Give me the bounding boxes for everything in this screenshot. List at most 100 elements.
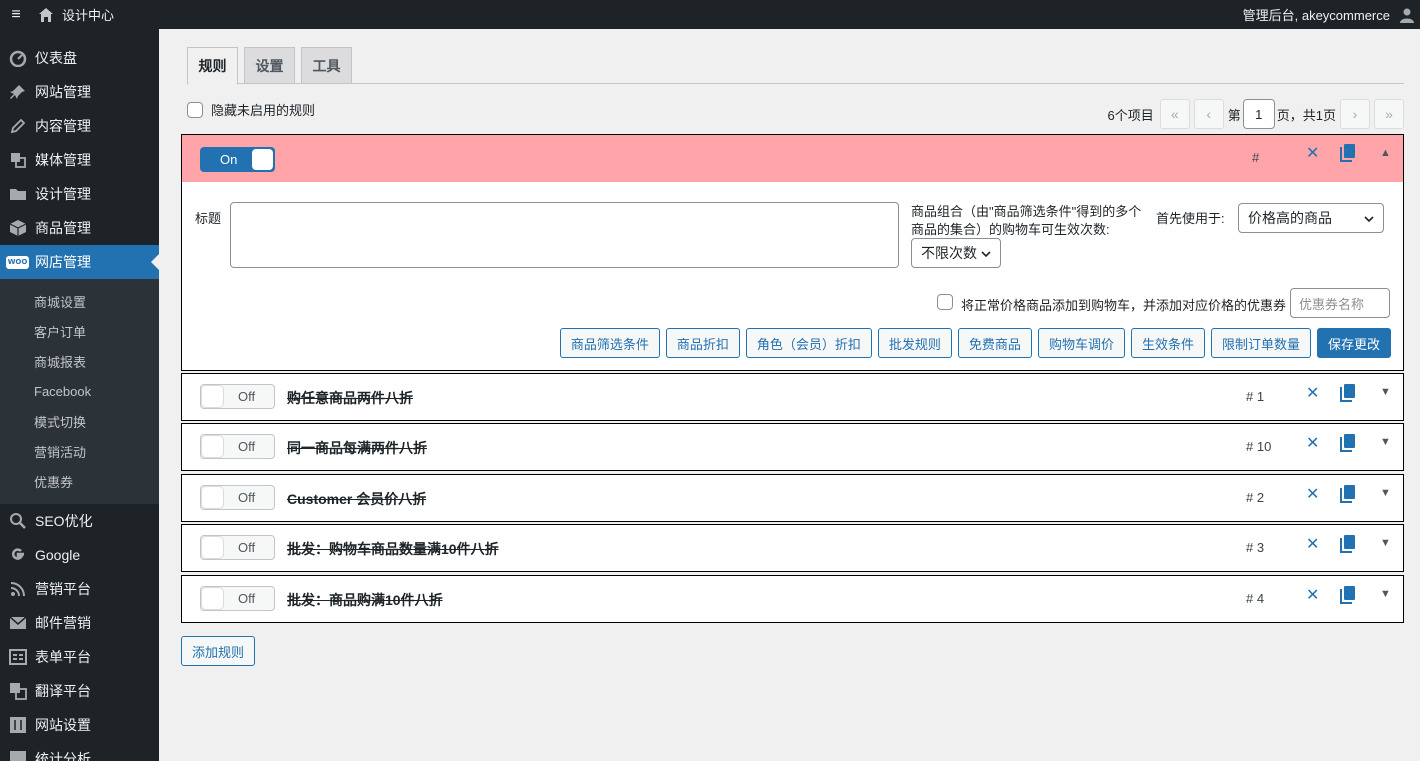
rule-toggle-off[interactable]: Off xyxy=(200,434,275,459)
home-icon[interactable] xyxy=(32,0,60,29)
product-filter-button[interactable]: 商品筛选条件 xyxy=(559,328,660,358)
priority-select[interactable]: 价格高的商品 xyxy=(1238,203,1384,233)
rule-title: 批发：购物车商品数量满10件八折 xyxy=(287,541,499,557)
submenu-reports[interactable]: 商城报表 xyxy=(0,346,159,376)
menu-site[interactable]: 网站管理 xyxy=(0,75,159,109)
next-page-button[interactable]: › xyxy=(1340,99,1370,129)
delete-rule-icon[interactable]: ✕ xyxy=(1306,143,1319,163)
last-page-button[interactable]: » xyxy=(1374,99,1404,129)
rule-row[interactable]: Off 批发：购物车商品数量满10件八折 # 3 ✕ ▼ xyxy=(181,524,1404,572)
rule-toggle-off[interactable]: Off xyxy=(200,586,275,611)
rule-row[interactable]: Off Customer 会员价八折 # 2 ✕ ▼ xyxy=(181,474,1404,522)
menu-toggle-icon[interactable]: ≡ xyxy=(0,0,32,29)
delete-rule-icon[interactable]: ✕ xyxy=(1306,484,1319,504)
main-content: 规则 设置 工具 隐藏未启用的规则 6个项目 « ‹ 第 1 页，共1页 › »… xyxy=(159,29,1420,761)
rule-toggle-off[interactable]: Off xyxy=(200,485,275,510)
menu-design[interactable]: 设计管理 xyxy=(0,177,159,211)
expand-arrow-icon[interactable]: ▼ xyxy=(1380,537,1391,549)
menu-translate[interactable]: 翻译平台 xyxy=(0,674,159,708)
user-avatar-icon[interactable] xyxy=(1396,0,1418,29)
first-page-button[interactable]: « xyxy=(1159,99,1190,129)
menu-products[interactable]: 商品管理 xyxy=(0,211,159,245)
copy-rule-icon[interactable] xyxy=(1340,485,1356,506)
copy-rule-icon[interactable] xyxy=(1340,144,1356,165)
rule-title: 购任意商品两件八折 xyxy=(287,390,413,406)
translate-icon xyxy=(0,682,35,700)
menu-dashboard[interactable]: 仪表盘 xyxy=(0,41,159,75)
google-icon xyxy=(0,546,35,564)
menu-content[interactable]: 内容管理 xyxy=(0,109,159,143)
rule-toggle-on[interactable]: On xyxy=(200,147,275,172)
menu-seo[interactable]: SEO优化 xyxy=(0,504,159,538)
free-product-button[interactable]: 免费商品 xyxy=(957,328,1032,358)
menu-google[interactable]: Google xyxy=(0,538,159,572)
rule-toggle-off[interactable]: Off xyxy=(200,535,275,560)
cart-adjustment-button[interactable]: 购物车调价 xyxy=(1037,328,1125,358)
menu-media[interactable]: 媒体管理 xyxy=(0,143,159,177)
prev-page-button[interactable]: ‹ xyxy=(1193,99,1224,129)
delete-rule-icon[interactable]: ✕ xyxy=(1306,534,1319,554)
coupon-checkbox[interactable] xyxy=(937,294,953,310)
order-limit-button[interactable]: 限制订单数量 xyxy=(1210,328,1311,358)
combo-limit-select[interactable]: 不限次数 xyxy=(911,238,1001,268)
menu-marketing[interactable]: 营销平台 xyxy=(0,572,159,606)
add-rule-button[interactable]: 添加规则 xyxy=(181,636,256,666)
admin-sidebar: 仪表盘 网站管理 内容管理 媒体管理 设计管理 商品管理 WOO 网店管理 商城… xyxy=(0,29,159,761)
menu-email[interactable]: 邮件营销 xyxy=(0,606,159,640)
delete-rule-icon[interactable]: ✕ xyxy=(1306,585,1319,605)
submenu-coupons[interactable]: 优惠券 xyxy=(0,466,159,496)
tab-rules[interactable]: 规则 xyxy=(187,47,238,85)
conditions-button[interactable]: 生效条件 xyxy=(1130,328,1205,358)
rule-toggle-off[interactable]: Off xyxy=(200,384,275,409)
submenu-shop-settings[interactable]: 商城设置 xyxy=(0,286,159,316)
expand-arrow-icon[interactable]: ▼ xyxy=(1380,588,1391,600)
site-name[interactable]: 设计中心 xyxy=(62,5,114,24)
menu-woocommerce[interactable]: WOO 网店管理 xyxy=(0,245,159,279)
current-page-input[interactable]: 1 xyxy=(1242,99,1275,129)
submenu-mode-switch[interactable]: 模式切换 xyxy=(0,406,159,436)
submenu-marketing[interactable]: 营销活动 xyxy=(0,436,159,466)
hide-disabled-checkbox[interactable] xyxy=(187,101,203,118)
title-label: 标题 xyxy=(195,211,222,226)
delete-rule-icon[interactable]: ✕ xyxy=(1306,383,1319,403)
menu-site-settings[interactable]: 网站设置 xyxy=(0,708,159,742)
expand-arrow-icon[interactable]: ▼ xyxy=(1380,487,1391,499)
rule-number: # 10 xyxy=(1246,439,1272,454)
copy-rule-icon[interactable] xyxy=(1340,384,1356,405)
wholesale-rule-button[interactable]: 批发规则 xyxy=(877,328,952,358)
delete-rule-icon[interactable]: ✕ xyxy=(1306,433,1319,453)
expand-arrow-icon[interactable]: ▼ xyxy=(1380,386,1391,398)
settings-icon xyxy=(0,716,35,734)
rule-row[interactable]: Off 同一商品每满两件八折 # 10 ✕ ▼ xyxy=(181,423,1404,471)
copy-rule-icon[interactable] xyxy=(1340,586,1356,607)
rule-row[interactable]: Off 购任意商品两件八折 # 1 ✕ ▼ xyxy=(181,373,1404,421)
collapse-arrow-icon[interactable]: ▲ xyxy=(1380,147,1391,159)
folder-icon xyxy=(0,185,35,203)
save-button[interactable]: 保存更改 xyxy=(1316,328,1391,358)
product-discount-button[interactable]: 商品折扣 xyxy=(665,328,740,358)
menu-forms[interactable]: 表单平台 xyxy=(0,640,159,674)
box-icon xyxy=(0,219,35,237)
rule-row[interactable]: Off 批发：商品购满10件八折 # 4 ✕ ▼ xyxy=(181,575,1404,623)
submenu-orders[interactable]: 客户订单 xyxy=(0,316,159,346)
rule-title: Customer 会员价八折 xyxy=(287,491,427,507)
tab-settings[interactable]: 设置 xyxy=(244,47,295,84)
woo-icon: WOO xyxy=(0,255,35,269)
dashboard-icon xyxy=(0,49,35,67)
copy-rule-icon[interactable] xyxy=(1340,434,1356,455)
title-input[interactable] xyxy=(230,202,899,268)
hide-disabled-label: 隐藏未启用的规则 xyxy=(211,103,316,118)
tab-tools[interactable]: 工具 xyxy=(301,47,352,84)
copy-rule-icon[interactable] xyxy=(1340,535,1356,556)
edit-icon xyxy=(0,117,35,135)
search-icon xyxy=(0,512,35,530)
submenu-facebook[interactable]: Facebook xyxy=(0,376,159,406)
rule-editor-header[interactable]: On # ✕ ▲ xyxy=(182,135,1403,182)
rule-editor: On # ✕ ▲ 标题 商品组合（由"商品筛选条件"得到的多个商品的集合）的购物… xyxy=(181,134,1404,371)
rule-number: # 3 xyxy=(1246,540,1265,555)
role-discount-button[interactable]: 角色（会员）折扣 xyxy=(745,328,872,358)
menu-analytics[interactable]: 统计分析 xyxy=(0,742,159,761)
account-menu[interactable]: 管理后台, akeycommerce xyxy=(1243,5,1390,24)
expand-arrow-icon[interactable]: ▼ xyxy=(1380,436,1391,448)
coupon-name-input[interactable]: 优惠券名称 xyxy=(1290,288,1390,318)
